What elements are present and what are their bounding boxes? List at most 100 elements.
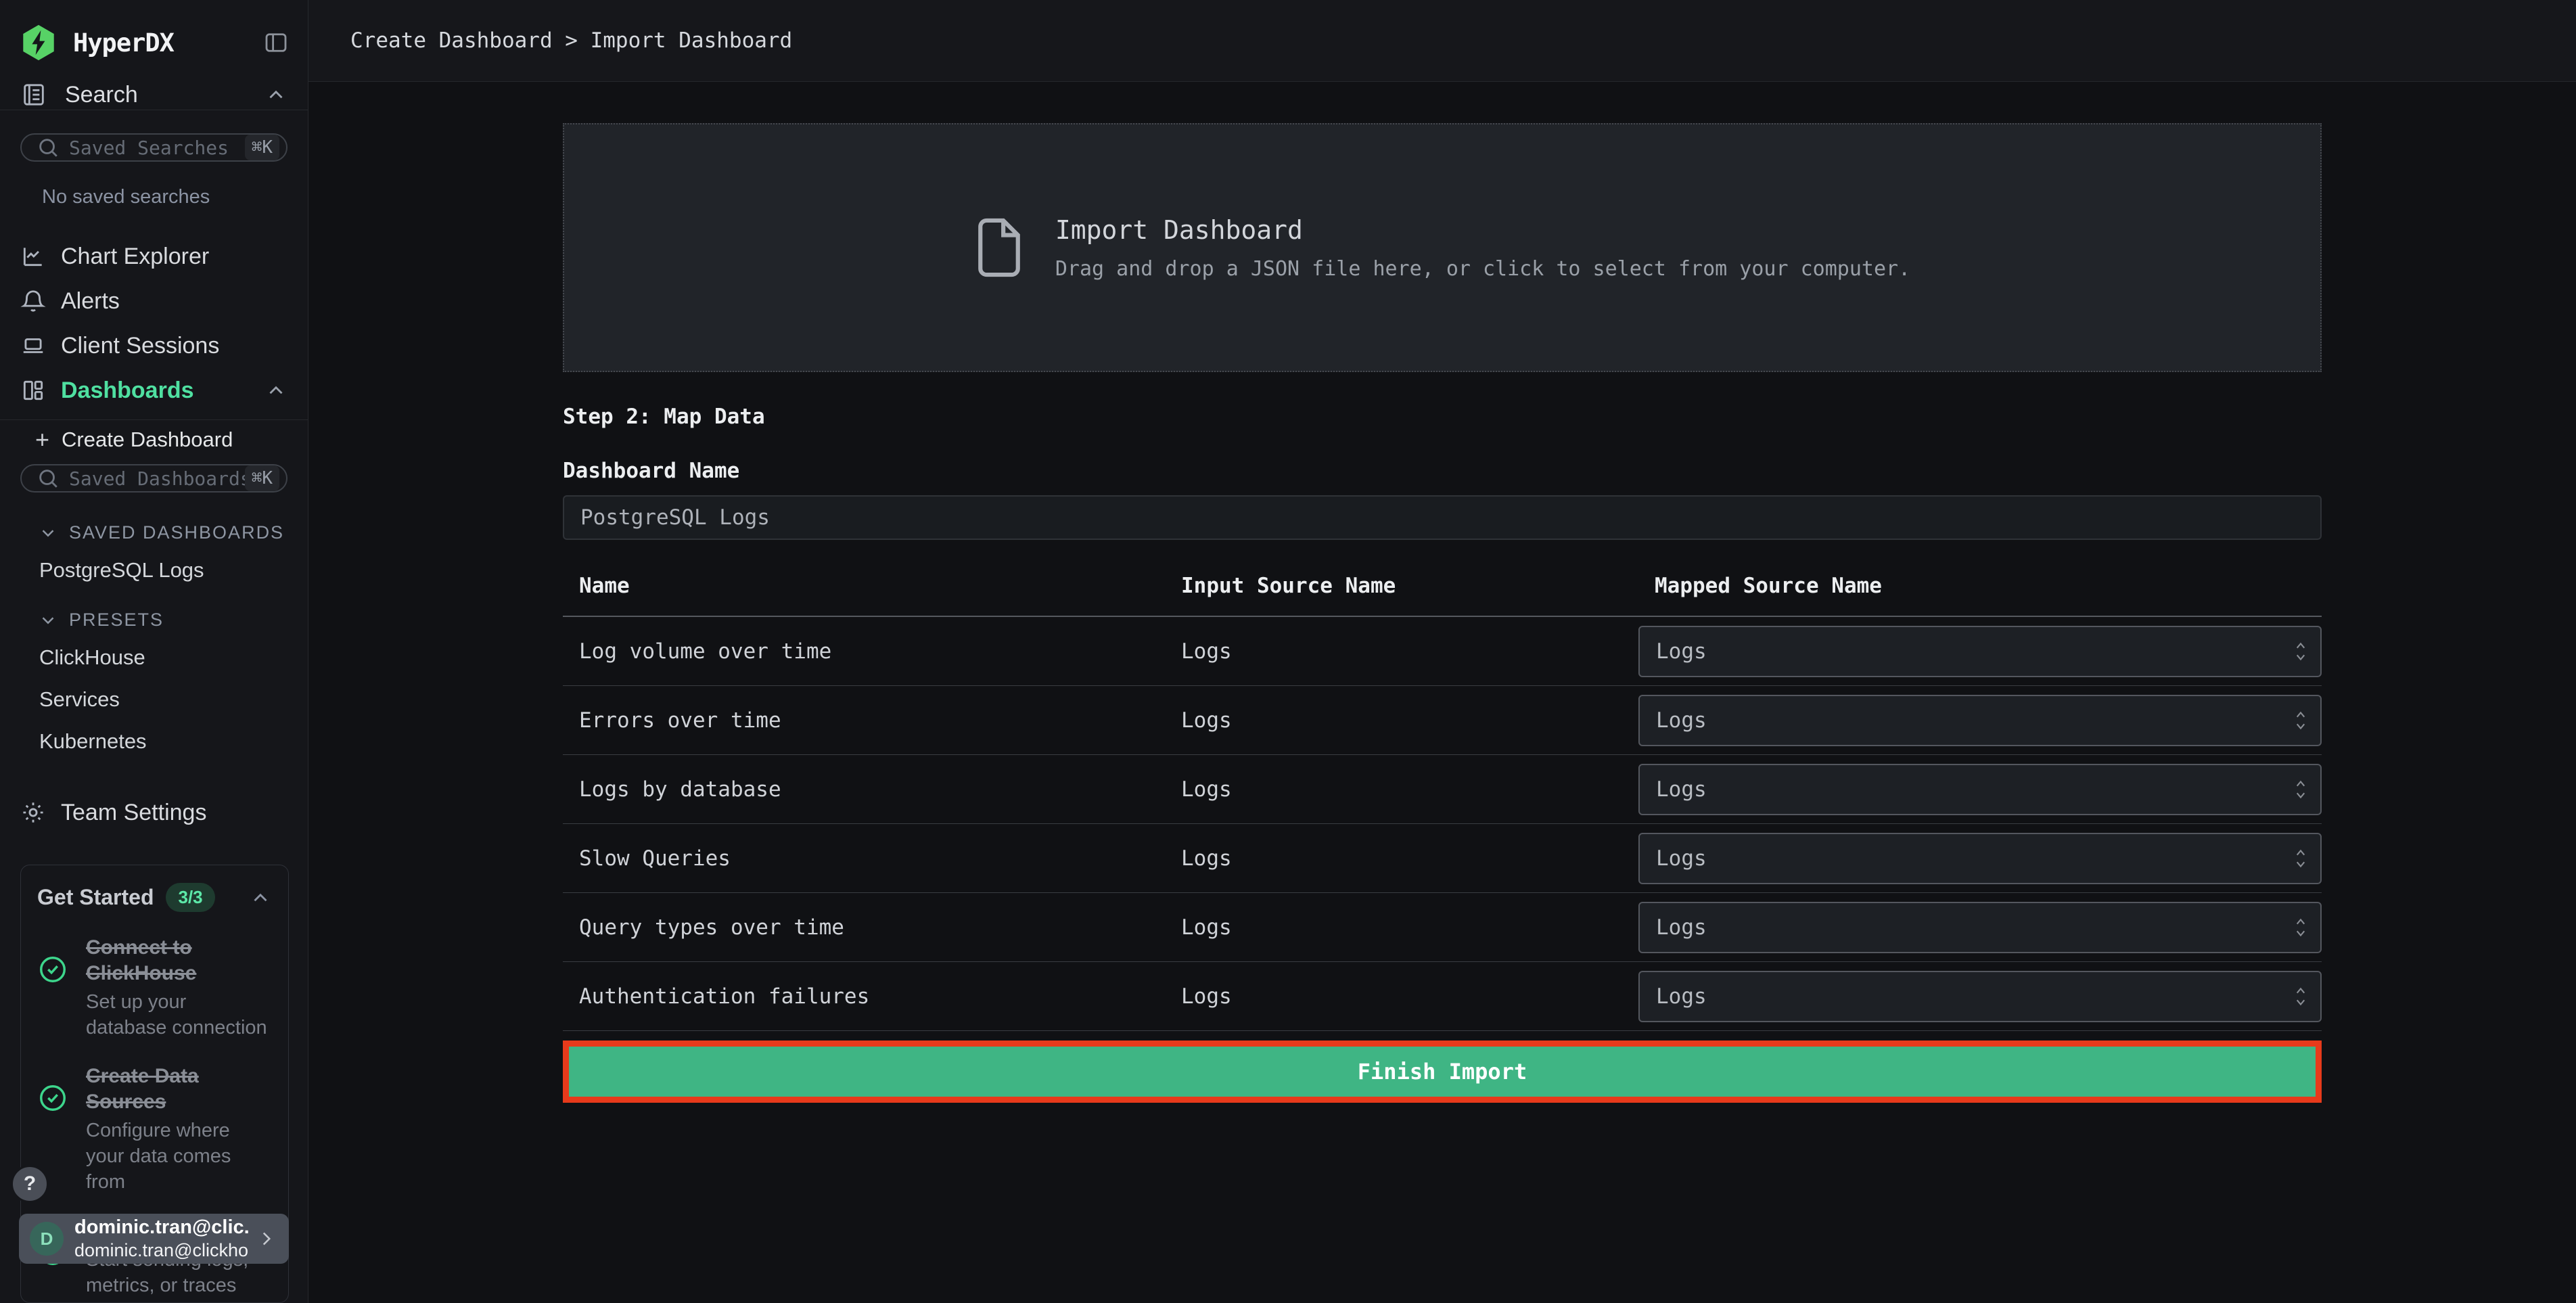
group-header-saved-dashboards[interactable]: SAVED DASHBOARDS [38,522,308,543]
get-started-item-subtitle: Set up your database connection [86,991,267,1038]
mapped-source-select[interactable]: Logs [1638,970,2322,1022]
dashboard-name-input[interactable] [563,495,2322,540]
sidebar-item-clickhouse[interactable]: ClickHouse [39,645,308,670]
row-input-source: Logs [1181,777,1232,802]
search-icon [37,136,60,159]
sidebar-item-services[interactable]: Services [39,687,308,712]
gear-icon [20,800,47,825]
column-header-mapped-source: Mapped Source Name [1655,574,1882,598]
table-row: Errors over time Logs Logs [563,686,2322,755]
group-header-label: SAVED DASHBOARDS [69,522,285,543]
user-menu[interactable]: D dominic.tran@clic... dominic.tran@clic… [19,1214,289,1264]
saved-dashboards-input[interactable] [69,467,245,490]
avatar: D [30,1222,64,1256]
sidebar-item-label: Dashboards [61,377,194,403]
chevron-down-icon [38,610,58,631]
row-input-source: Logs [1181,708,1232,733]
no-saved-searches-text: No saved searches [42,186,210,208]
group-header-label: PRESETS [69,610,164,630]
select-value: Logs [1656,846,1707,871]
saved-dashboards-search[interactable]: ⌘K [20,464,288,493]
sidebar-item-label: Team Settings [61,799,207,825]
sidebar-section-search[interactable]: Search [0,80,308,111]
row-name: Log volume over time [579,639,832,664]
sidebar-item-alerts[interactable]: Alerts [0,279,308,323]
row-input-source: Logs [1181,984,1232,1009]
sidebar-item-team-settings[interactable]: Team Settings [0,790,308,835]
main-area: Create Dashboard > Import Dashboard Impo… [308,0,2576,1303]
select-chevrons-icon [2292,846,2309,871]
get-started-title: Get Started [37,885,154,909]
chart-icon [20,244,47,269]
select-chevrons-icon [2292,777,2309,802]
table-row: Authentication failures Logs Logs [563,962,2322,1031]
chevron-down-icon [38,523,58,543]
check-circle-icon [37,954,68,1041]
finish-import-button[interactable]: Finish Import [569,1047,2316,1097]
row-name: Authentication failures [579,984,870,1009]
get-started-header[interactable]: Get Started 3/3 [37,883,272,912]
user-email: dominic.tran@clickho... [74,1240,250,1260]
select-value: Logs [1656,777,1707,802]
hyperdx-logo-icon [19,23,58,62]
sidebar-item-client-sessions[interactable]: Client Sessions [0,323,308,368]
mapped-source-select[interactable]: Logs [1638,694,2322,746]
select-value: Logs [1656,639,1707,664]
mapped-source-select[interactable]: Logs [1638,901,2322,953]
column-header-name: Name [579,574,630,598]
row-input-source: Logs [1181,915,1232,940]
progress-badge: 3/3 [166,883,215,912]
saved-searches-input[interactable] [69,136,245,159]
table-row: Log volume over time Logs Logs [563,617,2322,686]
collapse-sidebar-icon[interactable] [262,28,290,57]
mapped-source-select[interactable]: Logs [1638,832,2322,884]
content: Import Dashboard Drag and drop a JSON fi… [308,82,2576,1303]
sidebar-item-label: Client Sessions [61,332,220,359]
sidebar-item-label: Alerts [61,288,120,314]
sidebar-item-chart-explorer[interactable]: Chart Explorer [0,234,308,279]
search-icon [37,467,60,490]
breadcrumb: Create Dashboard > Import Dashboard [350,28,793,53]
mapped-source-select[interactable]: Logs [1638,763,2322,815]
table-header: Name Input Source Name Mapped Source Nam… [563,574,2322,617]
laptop-icon [20,333,47,359]
get-started-item[interactable]: Connect to ClickHouse Set up your databa… [37,935,272,1041]
user-name: dominic.tran@clic... [74,1216,250,1238]
divider [0,419,308,421]
sidebar-item-kubernetes[interactable]: Kubernetes [39,729,308,754]
select-chevrons-icon [2292,708,2309,733]
dropzone-title: Import Dashboard [1055,214,1303,245]
journal-icon [20,81,47,108]
topbar: Create Dashboard > Import Dashboard [308,0,2576,82]
annotation-highlight-box: Finish Import [563,1041,2322,1103]
saved-searches-search[interactable]: ⌘K [20,133,288,162]
chevron-right-icon [255,1227,278,1250]
app-title: HyperDX [73,28,175,58]
row-name: Query types over time [579,915,844,940]
select-value: Logs [1656,915,1707,940]
group-header-presets[interactable]: PRESETS [38,610,308,631]
sidebar: HyperDX Search ⌘K No saved searches [0,0,308,1303]
select-chevrons-icon [2292,984,2309,1009]
dropzone-subtitle: Drag and drop a JSON file here, or click… [1055,256,1911,281]
select-chevrons-icon [2292,639,2309,664]
help-button[interactable]: ? [11,1165,49,1203]
sidebar-item-label: Chart Explorer [61,243,210,269]
shortcut-badge: ⌘K [244,465,279,491]
column-header-input-source: Input Source Name [1181,574,1396,598]
create-dashboard-button[interactable]: + Create Dashboard [0,427,308,452]
dashboards-icon [20,378,47,403]
row-name: Slow Queries [579,846,731,871]
mapped-source-select[interactable]: Logs [1638,625,2322,677]
import-dropzone[interactable]: Import Dashboard Drag and drop a JSON fi… [563,123,2322,372]
sidebar-item-postgresql-logs[interactable]: PostgreSQL Logs [39,558,308,582]
sidebar-item-dashboards[interactable]: Dashboards [0,368,308,413]
sidebar-item-label: Search [65,81,138,108]
dashboard-name-label: Dashboard Name [563,459,740,483]
row-input-source: Logs [1181,639,1232,664]
row-name: Errors over time [579,708,781,733]
get-started-item[interactable]: Create Data Sources Configure where your… [37,1064,272,1195]
select-value: Logs [1656,708,1707,733]
team-settings-nav: Team Settings [0,790,308,835]
sidebar-nav: Chart Explorer Alerts Client Sessions Da… [0,234,308,413]
